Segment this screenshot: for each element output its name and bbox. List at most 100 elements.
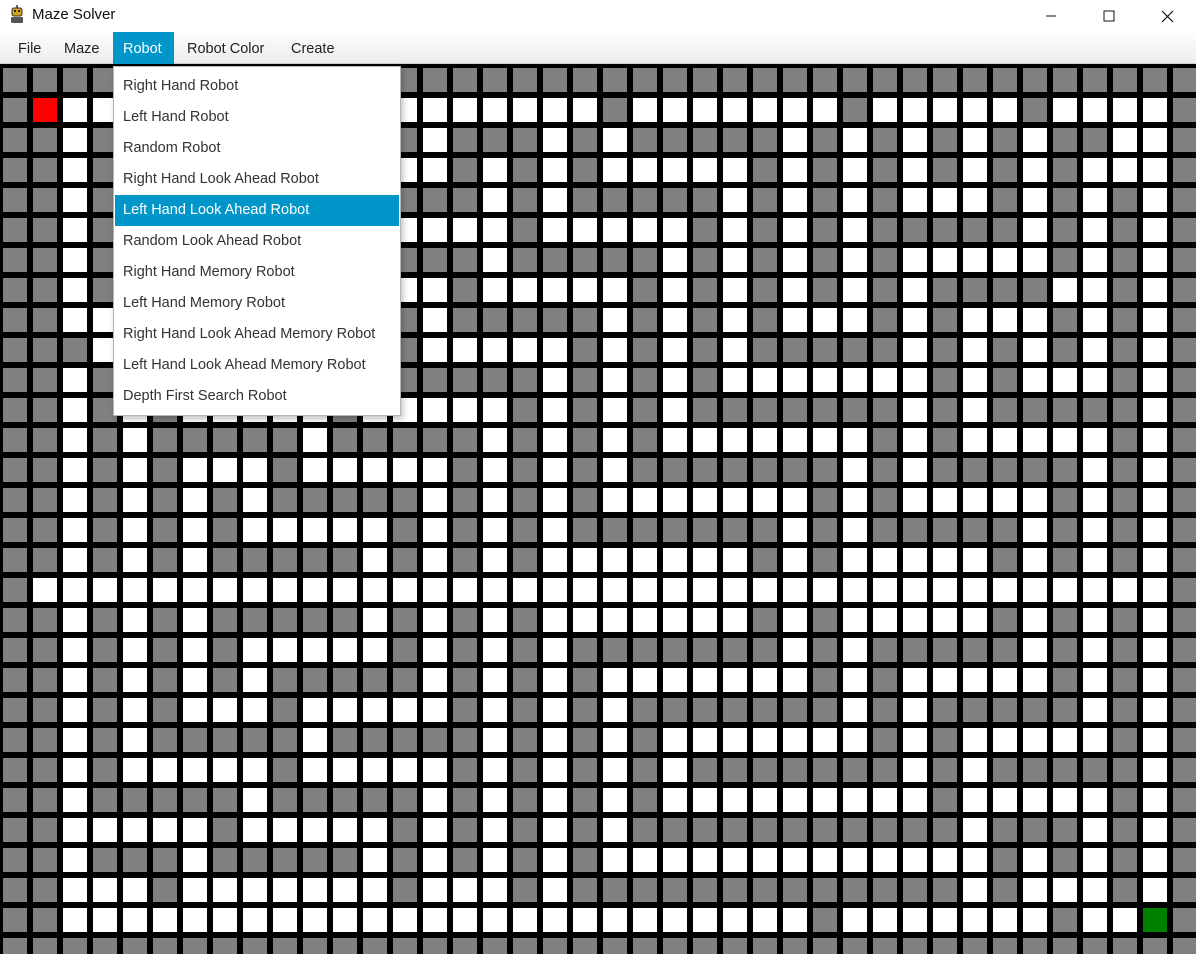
maximize-icon[interactable]	[1080, 0, 1138, 32]
maze-wall-cell	[153, 428, 177, 452]
maze-wall-cell	[1173, 608, 1196, 632]
maze-path-cell	[783, 488, 807, 512]
maze-wall-cell	[273, 548, 297, 572]
maze-path-cell	[963, 248, 987, 272]
menu-option-right-hand-robot[interactable]: Right Hand Robot	[115, 71, 399, 102]
maze-path-cell	[423, 878, 447, 902]
maze-wall-cell	[1113, 938, 1137, 954]
maze-wall-cell	[33, 128, 57, 152]
menu-maze[interactable]: Maze	[54, 32, 109, 64]
maze-wall-cell	[933, 218, 957, 242]
maze-wall-cell	[123, 848, 147, 872]
maze-path-cell	[603, 728, 627, 752]
maze-path-cell	[63, 188, 87, 212]
maze-wall-cell	[513, 398, 537, 422]
maze-wall-cell	[453, 428, 477, 452]
maze-path-cell	[183, 638, 207, 662]
maze-wall-cell	[813, 128, 837, 152]
maze-wall-cell	[1113, 788, 1137, 812]
maze-path-cell	[813, 578, 837, 602]
maze-wall-cell	[753, 758, 777, 782]
maze-path-cell	[483, 218, 507, 242]
maze-wall-cell	[513, 128, 537, 152]
maze-wall-cell	[1053, 668, 1077, 692]
close-icon[interactable]	[1138, 0, 1196, 32]
maze-path-cell	[693, 848, 717, 872]
menu-option-random-robot[interactable]: Random Robot	[115, 133, 399, 164]
maze-path-cell	[123, 458, 147, 482]
maze-path-cell	[843, 308, 867, 332]
maze-wall-cell	[1113, 878, 1137, 902]
menu-option-depth-first-search-robot[interactable]: Depth First Search Robot	[115, 381, 399, 412]
maze-wall-cell	[933, 68, 957, 92]
minimize-icon[interactable]	[1022, 0, 1080, 32]
maze-wall-cell	[3, 98, 27, 122]
maze-wall-cell	[633, 68, 657, 92]
maze-path-cell	[603, 368, 627, 392]
maze-path-cell	[963, 608, 987, 632]
maze-path-cell	[63, 668, 87, 692]
maze-path-cell	[303, 698, 327, 722]
maze-path-cell	[123, 518, 147, 542]
maze-path-cell	[903, 128, 927, 152]
menu-robot-color[interactable]: Robot Color	[177, 32, 274, 64]
maze-path-cell	[903, 338, 927, 362]
maze-path-cell	[1023, 728, 1047, 752]
maze-wall-cell	[363, 788, 387, 812]
maze-wall-cell	[1053, 188, 1077, 212]
maze-wall-cell	[693, 638, 717, 662]
menu-option-left-hand-look-ahead-memory-robot[interactable]: Left Hand Look Ahead Memory Robot	[115, 350, 399, 381]
maze-wall-cell	[333, 938, 357, 954]
maze-path-cell	[723, 218, 747, 242]
maze-wall-cell	[393, 668, 417, 692]
maze-wall-cell	[573, 458, 597, 482]
maze-wall-cell	[723, 638, 747, 662]
maze-path-cell	[483, 98, 507, 122]
maze-path-cell	[993, 728, 1017, 752]
maze-wall-cell	[1173, 698, 1196, 722]
maze-path-cell	[723, 428, 747, 452]
maze-wall-cell	[213, 668, 237, 692]
maze-path-cell	[63, 728, 87, 752]
maze-path-cell	[63, 758, 87, 782]
maze-path-cell	[1023, 248, 1047, 272]
maze-path-cell	[63, 368, 87, 392]
menu-option-left-hand-robot[interactable]: Left Hand Robot	[115, 102, 399, 133]
maze-wall-cell	[93, 758, 117, 782]
menu-option-right-hand-look-ahead-memory-robot[interactable]: Right Hand Look Ahead Memory Robot	[115, 319, 399, 350]
maze-path-cell	[1083, 728, 1107, 752]
maze-wall-cell	[993, 758, 1017, 782]
maze-path-cell	[1083, 368, 1107, 392]
maze-wall-cell	[333, 428, 357, 452]
maze-wall-cell	[93, 638, 117, 662]
menu-robot[interactable]: Robot	[113, 32, 174, 64]
maze-path-cell	[213, 578, 237, 602]
maze-wall-cell	[753, 188, 777, 212]
maze-wall-cell	[363, 938, 387, 954]
maze-wall-cell	[813, 488, 837, 512]
menu-option-random-look-ahead-robot[interactable]: Random Look Ahead Robot	[115, 226, 399, 257]
maze-wall-cell	[813, 248, 837, 272]
menu-option-right-hand-memory-robot[interactable]: Right Hand Memory Robot	[115, 257, 399, 288]
maze-wall-cell	[93, 848, 117, 872]
maze-path-cell	[573, 98, 597, 122]
maze-wall-cell	[153, 458, 177, 482]
maze-wall-cell	[603, 638, 627, 662]
maze-path-cell	[483, 788, 507, 812]
maze-wall-cell	[1023, 938, 1047, 954]
maze-path-cell	[843, 728, 867, 752]
maze-path-cell	[1113, 128, 1137, 152]
menu-option-left-hand-memory-robot[interactable]: Left Hand Memory Robot	[115, 288, 399, 319]
menu-option-right-hand-look-ahead-robot[interactable]: Right Hand Look Ahead Robot	[115, 164, 399, 195]
menu-file[interactable]: File	[8, 32, 51, 64]
maze-path-cell	[243, 758, 267, 782]
maze-path-cell	[423, 668, 447, 692]
menu-option-left-hand-look-ahead-robot[interactable]: Left Hand Look Ahead Robot	[115, 195, 399, 226]
maze-wall-cell	[843, 938, 867, 954]
maze-wall-cell	[903, 68, 927, 92]
maze-wall-cell	[393, 488, 417, 512]
maze-wall-cell	[33, 488, 57, 512]
menu-create[interactable]: Create	[281, 32, 345, 64]
maze-path-cell	[783, 158, 807, 182]
maze-wall-cell	[1173, 98, 1196, 122]
